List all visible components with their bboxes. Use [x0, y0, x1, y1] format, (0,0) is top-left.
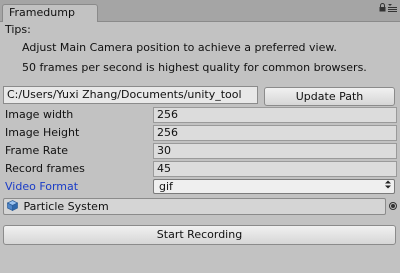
video-format-select[interactable]: gif	[153, 179, 395, 194]
tips-title: Tips:	[5, 23, 31, 36]
object-picker-icon[interactable]	[389, 202, 397, 210]
video-format-value: gif	[159, 180, 173, 193]
up-down-arrow-icon	[385, 180, 391, 193]
tip-line-fps: 50 frames per second is highest quality …	[22, 61, 367, 74]
record-frames-field[interactable]: 45	[153, 161, 397, 177]
output-path-field[interactable]: C:/Users/Yuxi Zhang/Documents/unity_tool	[3, 86, 258, 104]
tab-framedump[interactable]: Framedump	[2, 4, 98, 22]
image-width-label: Image width	[5, 108, 74, 121]
kebab-menu-icon[interactable]	[388, 3, 397, 15]
video-format-label: Video Format	[5, 180, 79, 193]
tip-line-camera: Adjust Main Camera position to achieve a…	[22, 41, 337, 54]
record-frames-label: Record frames	[5, 162, 85, 175]
particle-system-object-field[interactable]: Particle System	[3, 198, 386, 215]
image-height-field[interactable]: 256	[153, 125, 397, 141]
image-width-field[interactable]: 256	[153, 107, 397, 123]
object-field-value: Particle System	[23, 200, 109, 213]
update-path-button[interactable]: Update Path	[264, 87, 395, 106]
frame-rate-field[interactable]: 30	[153, 143, 397, 159]
cube-icon	[6, 199, 19, 215]
image-height-label: Image Height	[5, 126, 80, 139]
frame-rate-label: Frame Rate	[5, 144, 68, 157]
tab-strip: Framedump	[0, 0, 400, 22]
lock-icon[interactable]	[379, 3, 386, 15]
framedump-window: Framedump Tips: Adjust Main Camera posit…	[0, 0, 400, 273]
start-recording-button[interactable]: Start Recording	[3, 225, 396, 245]
